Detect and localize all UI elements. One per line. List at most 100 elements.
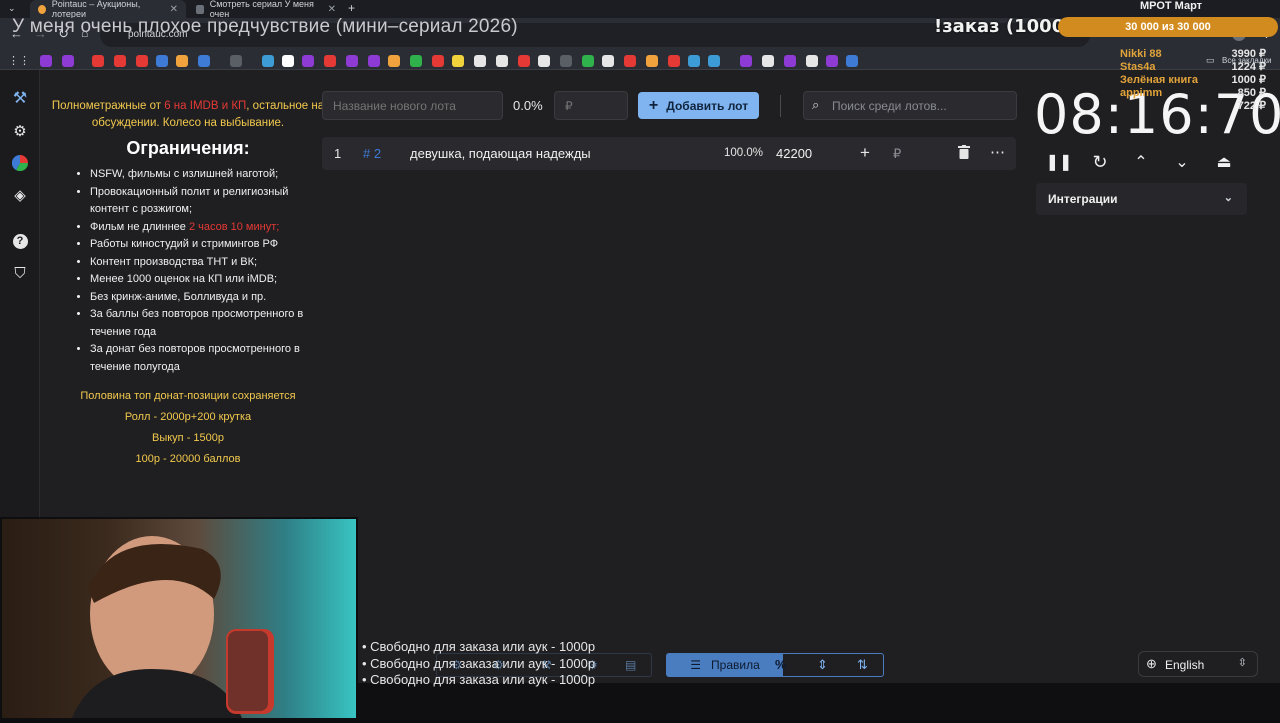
stream-title: У меня очень плохое предчувствие (мини–с… [12, 16, 518, 37]
ticker-line: • Свободно для заказа или аук - 1000р [362, 672, 596, 687]
help-icon[interactable]: ? [10, 231, 30, 251]
bookmark-icon[interactable] [452, 55, 464, 67]
close-tab-icon[interactable]: ✕ [170, 4, 178, 15]
bookmark-icon[interactable] [346, 55, 358, 67]
add-lot-button[interactable]: + Добавить лот [638, 92, 759, 119]
rules-button[interactable]: ☰ Правила [667, 654, 783, 676]
donor-name: Зелёная книга [1120, 74, 1198, 86]
bookmark-icon[interactable] [324, 55, 336, 67]
donor-amount: 3990 ₽ [1231, 48, 1266, 60]
shield-check-icon[interactable]: ⛉ [10, 263, 30, 283]
list-item: 722 ₽ [1120, 100, 1266, 113]
add-lot-label: Добавить лот [666, 98, 749, 113]
table-row[interactable]: 1 # 2 девушка, подающая надежды 100.0% 4… [322, 137, 1016, 170]
list-item: Зелёная книга 1000 ₽ [1120, 74, 1266, 87]
settings-gear-icon[interactable]: ⚙ [10, 121, 30, 141]
bookmark-icon[interactable] [582, 55, 594, 67]
bookmark-icon[interactable] [176, 55, 188, 67]
trash-icon[interactable]: ▤ [625, 658, 636, 672]
donor-name: Stas4a [1120, 61, 1156, 73]
bookmark-icon[interactable] [762, 55, 774, 67]
bookmark-icon[interactable] [740, 55, 752, 67]
order-ticker: • Свободно для заказа или аук - 1000р • … [362, 639, 595, 689]
list-item-highlight: 2 часов 10 минут; [188, 220, 280, 233]
restart-icon[interactable]: ↻ [1090, 152, 1110, 172]
rules-footer-line: 100р - 20000 баллов [135, 453, 241, 465]
list-item: NSFW, фильмы с излишней наготой; [90, 166, 310, 184]
bookmark-icon[interactable] [646, 55, 658, 67]
add-amount-icon[interactable]: + [860, 143, 870, 163]
tab-search-icon[interactable]: ⌄ [8, 3, 16, 14]
sort-icon[interactable]: ⇅ [857, 657, 868, 673]
bookmark-icon[interactable] [602, 55, 614, 67]
bookmark-icon[interactable] [62, 55, 74, 67]
lot-index: 1 [334, 146, 342, 161]
eject-icon[interactable]: ⏏ [1214, 152, 1234, 172]
bookmark-icon[interactable] [156, 55, 168, 67]
bookmark-icon[interactable] [668, 55, 680, 67]
bookmark-icon[interactable] [40, 55, 52, 67]
chevron-down-icon: ⌄ [1223, 192, 1233, 204]
bookmark-icon[interactable] [92, 55, 104, 67]
list-icon: ☰ [690, 658, 702, 672]
bookmark-icon[interactable] [806, 55, 818, 67]
bookmark-icon[interactable] [708, 55, 720, 67]
pointauc-favicon-icon [38, 4, 46, 14]
bookmark-icon[interactable] [388, 55, 400, 67]
close-tab-icon[interactable]: ✕ [328, 4, 336, 15]
bookmark-icon[interactable] [538, 55, 550, 67]
bookmark-icon[interactable] [784, 55, 796, 67]
chevron-down-icon[interactable]: ⌄ [1172, 152, 1192, 172]
bookmark-icon[interactable] [432, 55, 444, 67]
bookmark-icon[interactable] [496, 55, 508, 67]
pause-icon[interactable]: ❚❚ [1046, 152, 1073, 172]
lot-name[interactable]: девушка, подающая надежды [410, 146, 591, 161]
globe-icon: ⊕ [1146, 656, 1157, 671]
bookmark-icon[interactable] [826, 55, 838, 67]
bookmark-icon[interactable] [518, 55, 530, 67]
percent-icon[interactable]: % [775, 657, 787, 672]
bookmark-icon[interactable] [114, 55, 126, 67]
rules-intro-text: Полнометражные от [51, 100, 165, 112]
bookmark-icon[interactable] [688, 55, 700, 67]
select-arrows-icon: ⇳ [1237, 657, 1247, 669]
form-divider [780, 95, 781, 117]
bottom-toolbar: ☰ Правила % ⇕ ⇅ [666, 653, 884, 677]
lot-amount[interactable]: 42200 [776, 146, 812, 161]
chevron-up-icon[interactable]: ⌃ [1131, 152, 1151, 172]
layers-icon[interactable]: ◈ [10, 185, 30, 205]
bookmarks-bar: ⋮⋮ ▭ Все закладки [0, 52, 1280, 70]
bookmark-icon[interactable] [136, 55, 148, 67]
list-item: Контент производства ТНТ и ВК; [90, 254, 310, 272]
new-lot-amount-input[interactable] [554, 91, 628, 120]
bookmark-icon[interactable] [230, 55, 242, 67]
new-lot-name-input[interactable] [322, 91, 503, 120]
bookmark-icon[interactable] [262, 55, 274, 67]
ruble-icon[interactable]: ₽ [893, 146, 901, 162]
bookmark-icon[interactable] [410, 55, 422, 67]
compress-icon[interactable]: ⇕ [817, 657, 828, 673]
list-item: Без кринж-аниме, Болливуда и пр. [90, 289, 310, 307]
bookmark-icon[interactable] [624, 55, 636, 67]
restrictions-list: NSFW, фильмы с излишней наготой; Провока… [40, 166, 336, 376]
bookmark-icon[interactable] [560, 55, 572, 67]
lot-id[interactable]: # 2 [363, 146, 381, 161]
bookmark-icon[interactable] [282, 55, 294, 67]
auction-hammer-icon[interactable]: ⚒ [10, 88, 30, 108]
integrations-accordion[interactable]: Интеграции ⌄ [1036, 183, 1247, 215]
apps-grid-icon[interactable]: ⋮⋮ [8, 54, 30, 67]
list-item: За донат без повторов просмотренного в т… [90, 341, 310, 376]
more-options-icon[interactable]: ⋯ [990, 143, 1005, 161]
bookmark-icon[interactable] [474, 55, 486, 67]
bookmark-icon[interactable] [198, 55, 210, 67]
serial-favicon-icon [196, 4, 204, 14]
wheel-pie-icon[interactable] [10, 153, 30, 173]
bookmark-icon[interactable] [368, 55, 380, 67]
new-tab-icon[interactable]: + [348, 1, 355, 15]
bookmark-icon[interactable] [302, 55, 314, 67]
delete-icon[interactable] [958, 145, 970, 162]
lot-percent: 100.0% [724, 147, 764, 159]
language-select[interactable]: ⊕ English ⇳ [1138, 651, 1258, 677]
lot-search-input[interactable]: ⌕ Поиск среди лотов... [803, 91, 1017, 120]
bookmark-icon[interactable] [846, 55, 858, 67]
